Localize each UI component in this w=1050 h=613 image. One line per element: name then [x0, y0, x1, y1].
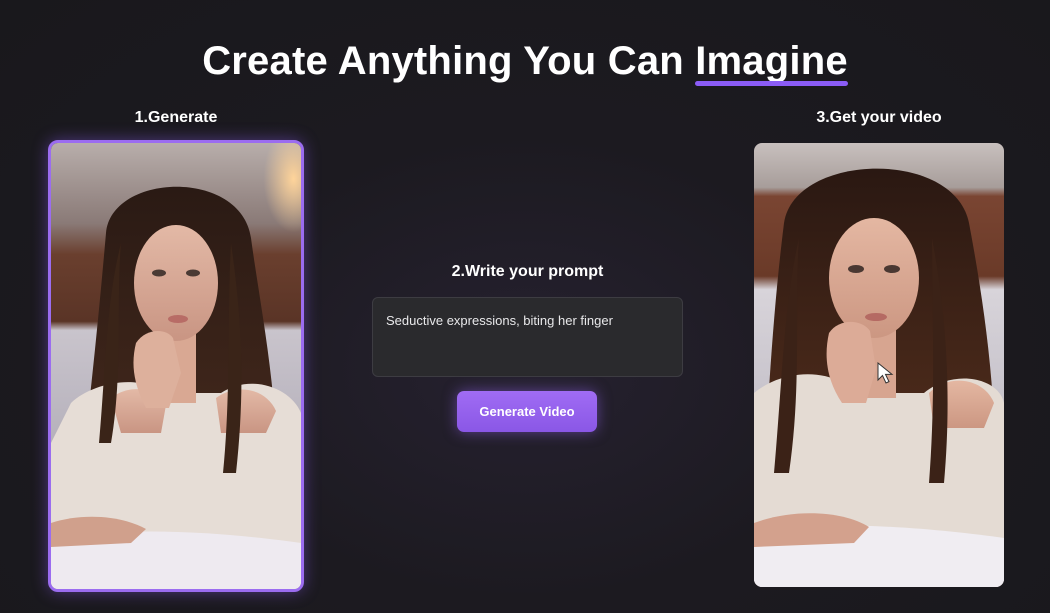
step2-label: 2.Write your prompt	[451, 263, 604, 280]
title-accent: Imagine	[695, 38, 848, 86]
generate-video-button[interactable]: Generate Video	[457, 391, 597, 432]
step3-label: 3.Get your video	[816, 109, 942, 126]
input-portrait-image	[51, 143, 301, 589]
prompt-input[interactable]: Seductive expressions, biting her finger	[372, 297, 683, 377]
page-title: Create Anything You Can Imagine	[0, 37, 1050, 86]
step1-label: 1.Generate	[134, 109, 218, 126]
output-video-frame[interactable]	[754, 143, 1004, 587]
input-image-frame[interactable]	[48, 140, 304, 592]
cursor-arrow-icon	[877, 362, 894, 384]
title-prefix: Create Anything You Can	[202, 38, 696, 83]
